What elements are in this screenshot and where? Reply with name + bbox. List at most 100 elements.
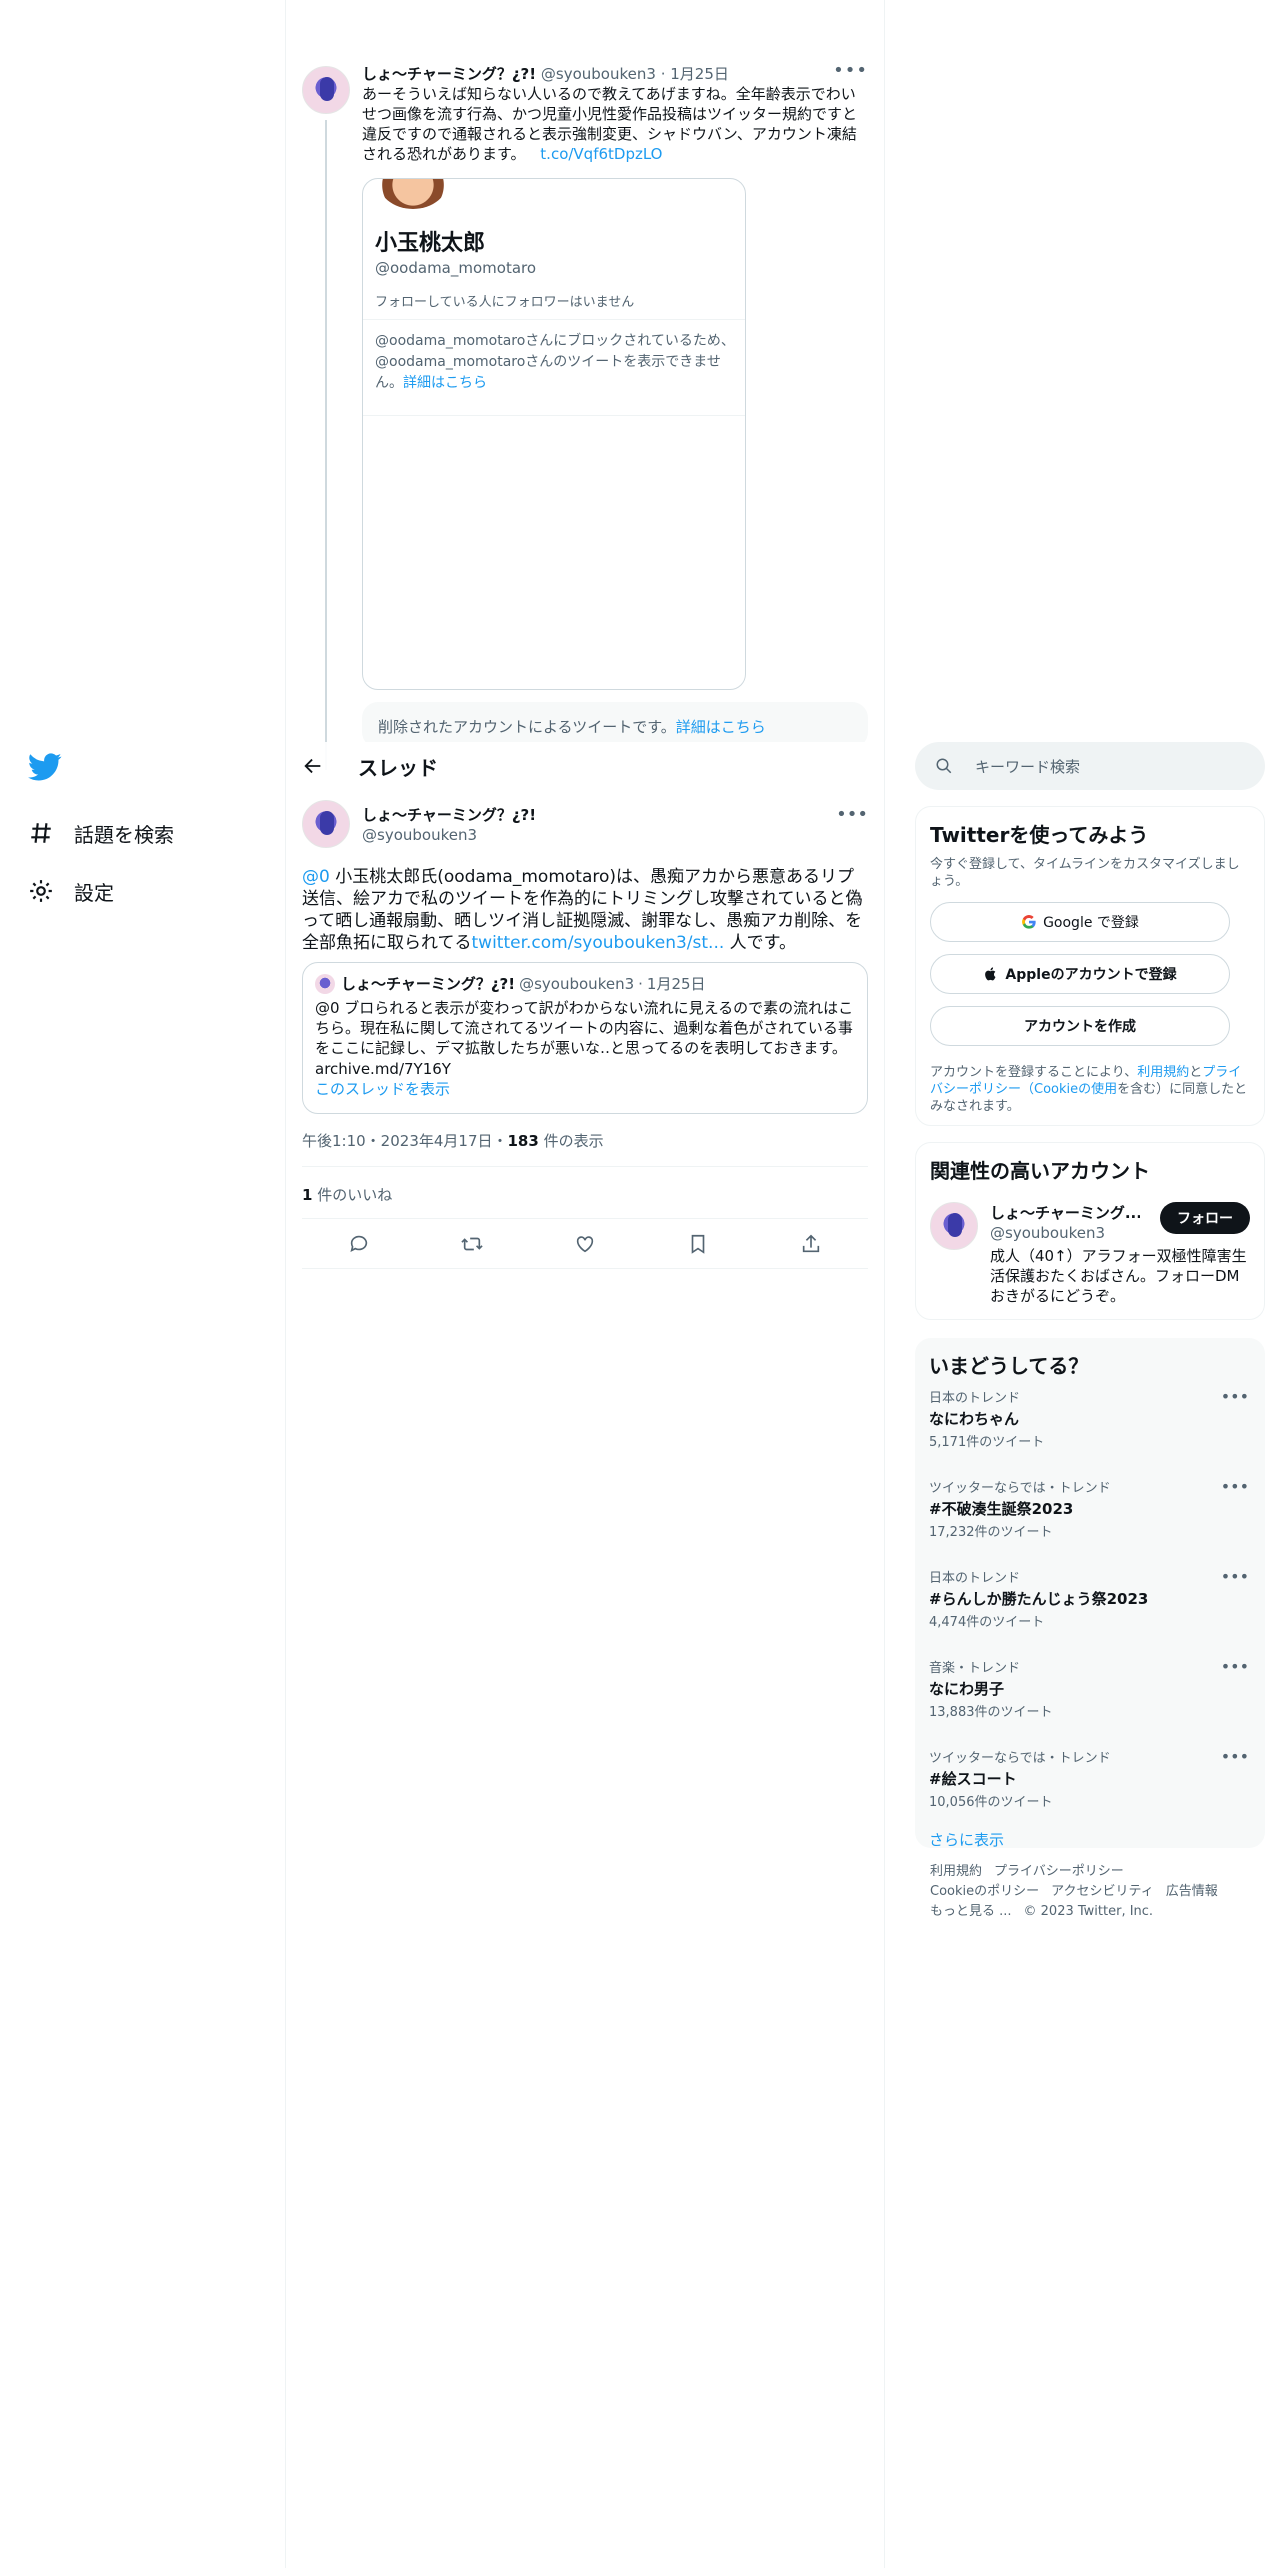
signup-subtitle: 今すぐ登録して、タイムラインをカスタマイズしましょう。: [930, 857, 1240, 889]
related-account[interactable]: しょ〜チャーミング... @syoubouken3 フォロー 成人（40↑）アラ…: [930, 1202, 1250, 1312]
view-count: 183: [507, 1132, 539, 1150]
trend-name: #らんしか勝たんじょう祭2023: [929, 1590, 1149, 1608]
likes-label: 件のいいね: [312, 1186, 393, 1204]
trend-item[interactable]: ツイッターならでは・トレンド #不破湊生誕祭2023 17,232件のツイート …: [929, 1477, 1251, 1559]
trend-item[interactable]: 日本のトレンド #らんしか勝たんじょう祭2023 4,474件のツイート •••: [929, 1567, 1251, 1649]
deleted-text: 削除されたアカウントによるツイートです。: [378, 718, 676, 736]
trend-category: 音楽・トレンド: [929, 1661, 1021, 1676]
card-handle: @oodama_momotaro: [375, 259, 537, 277]
quote-header: しょ〜チャーミング？¿?! @syoubouken3 · 1月25日: [315, 973, 855, 994]
trend-category: 日本のトレンド: [929, 1391, 1021, 1406]
more-icon[interactable]: •••: [1221, 1747, 1249, 1766]
search-bar[interactable]: キーワード検索: [915, 742, 1265, 790]
signup-panel: Twitterを使ってみよう 今すぐ登録して、タイムラインをカスタマイズしましょ…: [915, 806, 1265, 1126]
show-thread-link[interactable]: このスレッドを表示: [315, 1080, 450, 1098]
tweet-text: @0 小玉桃太郎氏(oodama_momotaro)は、愚痴アカから悪意あるリプ…: [302, 866, 868, 954]
footer: 利用規約 プライバシーポリシー Cookieのポリシー アクセシビリティ 広告情報 も…: [930, 1862, 1250, 1922]
footer-more[interactable]: もっと見る ...: [930, 1904, 1012, 1919]
nav-settings-label: 設定: [74, 880, 114, 905]
trend-count: 4,474件のツイート: [929, 1615, 1045, 1630]
related-accounts-panel: 関連性の高いアカウント しょ〜チャーミング... @syoubouken3 フォ…: [915, 1142, 1265, 1320]
signup-title: Twitterを使ってみよう: [930, 823, 1149, 847]
back-arrow-icon[interactable]: [302, 755, 324, 777]
retweet-icon[interactable]: [461, 1233, 483, 1255]
search-icon: [936, 758, 952, 774]
like-icon[interactable]: [574, 1233, 596, 1255]
more-icon[interactable]: •••: [1221, 1567, 1249, 1586]
likes-count[interactable]: 1 件のいいね: [302, 1184, 392, 1205]
footer-cookie[interactable]: Cookieのポリシー: [930, 1884, 1039, 1899]
trend-name: なにわ男子: [929, 1680, 1005, 1698]
tweet-header: しょ〜チャーミング？¿?! @syoubouken3 · 1月25日: [362, 65, 729, 83]
trend-name: なにわちゃん: [929, 1410, 1020, 1428]
show-more-trends-link[interactable]: さらに表示: [929, 1831, 1004, 1849]
related-title: 関連性の高いアカウント: [930, 1159, 1150, 1183]
author-handle[interactable]: @syoubouken3: [541, 65, 656, 83]
footer-ads[interactable]: 広告情報: [1166, 1884, 1218, 1899]
left-divider: [285, 0, 286, 2568]
author-name[interactable]: しょ〜チャーミング？¿?!: [362, 65, 536, 83]
quote-date: 1月25日: [646, 975, 706, 993]
tweet-link[interactable]: t.co/Vqf6tDpzLO: [540, 145, 662, 163]
more-icon[interactable]: •••: [1221, 1477, 1249, 1496]
tweet-date[interactable]: 1月25日: [670, 65, 729, 83]
bookmark-icon[interactable]: [687, 1233, 709, 1255]
thread-line: [325, 120, 327, 770]
deleted-details-link[interactable]: 詳細はこちら: [676, 718, 766, 736]
likes-number: 1: [302, 1186, 313, 1204]
tos-link[interactable]: 利用規約: [1137, 1065, 1189, 1080]
profile-card[interactable]: 小玉桃太郎 @oodama_momotaro フォローしている人にフォロワーはい…: [362, 178, 746, 690]
author-name[interactable]: しょ〜チャーミング？¿?!: [362, 804, 536, 825]
apple-signup-button[interactable]: Appleのアカウントで登録: [930, 954, 1230, 994]
follow-button[interactable]: フォロー: [1160, 1202, 1250, 1234]
trend-count: 17,232件のツイート: [929, 1525, 1053, 1540]
avatar[interactable]: [302, 800, 350, 848]
more-icon[interactable]: •••: [833, 60, 868, 81]
create-account-button[interactable]: アカウントを作成: [930, 1006, 1230, 1046]
footer-tos[interactable]: 利用規約: [930, 1864, 982, 1879]
quote-text: @0 ブロられると表示が変わって訳がわからない流れに見えるので素の流れはこちら。…: [315, 999, 854, 1057]
trend-name: #不破湊生誕祭2023: [929, 1500, 1074, 1518]
quoted-tweet[interactable]: しょ〜チャーミング？¿?! @syoubouken3 · 1月25日 @0 ブロ…: [302, 962, 868, 1114]
right-divider: [884, 0, 885, 2568]
trend-item[interactable]: ツイッターならでは・トレンド #絵スコート 10,056件のツイート •••: [929, 1747, 1251, 1829]
left-nav: 話題を検索 設定: [28, 750, 268, 920]
related-bio: 成人（40↑）アラフォー双極性障害生活保護おたくおばさん。フォローDMおきがるに…: [990, 1247, 1247, 1305]
tweet-link[interactable]: twitter.com/syoubouken3/st...: [472, 933, 725, 953]
gear-icon: [30, 880, 52, 902]
avatar[interactable]: [930, 1202, 978, 1250]
trends-title: いまどうしてる？: [929, 1354, 1089, 1378]
card-avatar: [377, 179, 449, 209]
mention-link[interactable]: @0: [302, 867, 330, 887]
reply-icon[interactable]: [348, 1233, 370, 1255]
trend-name: #絵スコート: [929, 1770, 1017, 1788]
trend-item[interactable]: 日本のトレンド なにわちゃん 5,171件のツイート •••: [929, 1387, 1251, 1469]
more-icon[interactable]: •••: [836, 804, 868, 825]
google-icon: [1022, 914, 1036, 929]
nav-settings[interactable]: 設定: [28, 862, 268, 920]
more-icon[interactable]: •••: [1221, 1657, 1249, 1676]
google-signup-button[interactable]: Google で登録: [930, 902, 1230, 942]
twitter-logo-icon[interactable]: [28, 750, 62, 784]
related-name[interactable]: しょ〜チャーミング...: [990, 1202, 1140, 1223]
search-placeholder: キーワード検索: [975, 757, 1081, 776]
nav-explore-label: 話題を検索: [74, 822, 174, 847]
trend-count: 5,171件のツイート: [929, 1435, 1045, 1450]
nav-explore[interactable]: 話題を検索: [28, 804, 268, 862]
footer-accessibility[interactable]: アクセシビリティ: [1051, 1884, 1154, 1899]
footer-privacy[interactable]: プライバシーポリシー: [994, 1864, 1124, 1879]
share-icon[interactable]: [800, 1233, 822, 1255]
thread-header: スレッド: [286, 742, 884, 790]
more-icon[interactable]: •••: [1221, 1387, 1249, 1406]
create-account-label: アカウントを作成: [1024, 1019, 1136, 1035]
trend-item[interactable]: 音楽・トレンド なにわ男子 13,883件のツイート •••: [929, 1657, 1251, 1739]
blocked-details-link[interactable]: 詳細はこちら: [403, 375, 487, 391]
apple-signup-label: Appleのアカウントで登録: [1005, 967, 1177, 983]
author-handle[interactable]: @syoubouken3: [362, 826, 477, 844]
legal-text: アカウントを登録することにより、: [930, 1065, 1138, 1080]
tweet-timestamp[interactable]: 午後1:10・2023年4月17日・: [302, 1132, 508, 1150]
hashtag-icon: [31, 823, 51, 843]
avatar[interactable]: [302, 66, 350, 114]
view-label: 件の表示: [538, 1132, 604, 1150]
trend-category: 日本のトレンド: [929, 1571, 1021, 1586]
